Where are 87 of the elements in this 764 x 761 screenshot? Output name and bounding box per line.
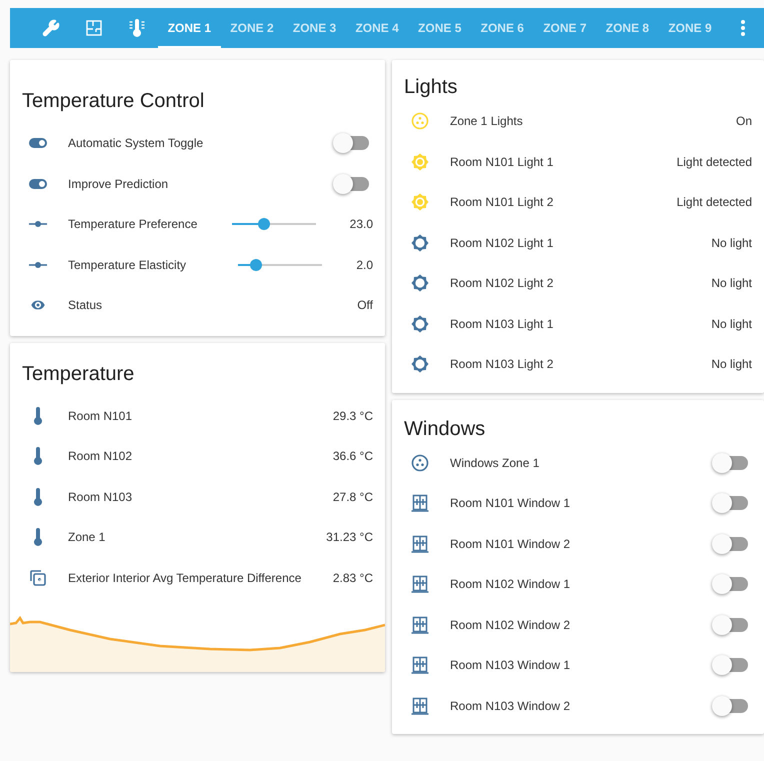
entity-name: Room N103 Window 1 bbox=[450, 658, 572, 672]
zone-tab[interactable]: ZONE 9 bbox=[658, 8, 722, 48]
value-text: No light bbox=[711, 276, 752, 290]
thermometer-icon bbox=[33, 488, 43, 506]
sun-icon bbox=[411, 193, 429, 212]
card-title: Temperature bbox=[22, 362, 136, 386]
value-text: Light detected bbox=[676, 195, 752, 210]
thermometer-icon bbox=[33, 528, 43, 546]
entity-name: Room N103 Window 2 bbox=[450, 698, 572, 713]
entity-name: Room N102 Light 2 bbox=[450, 276, 554, 290]
slider-thumb[interactable] bbox=[250, 258, 262, 271]
value-text: 29.3 °C bbox=[332, 408, 373, 423]
value-text: No light bbox=[711, 316, 752, 331]
value-text: 36.6 °C bbox=[332, 449, 373, 464]
floor-plan-icon bbox=[86, 20, 102, 36]
zone-tab[interactable]: ZONE 8 bbox=[596, 8, 659, 48]
value-text: 27.8 °C bbox=[332, 490, 373, 504]
toggle-icon bbox=[29, 178, 47, 189]
sun-icon bbox=[411, 314, 429, 333]
value-text: 2.83 °C bbox=[332, 570, 373, 585]
value-text: Light detected bbox=[676, 154, 752, 169]
toggle-icon bbox=[29, 138, 47, 148]
thermometer-icon bbox=[128, 19, 145, 37]
zone-tab[interactable]: ZONE 6 bbox=[471, 8, 534, 48]
entity-name: Status bbox=[68, 298, 104, 312]
toggle-switch[interactable] bbox=[714, 698, 748, 713]
zone-tab[interactable]: ZONE 7 bbox=[534, 8, 596, 48]
sun-icon bbox=[411, 355, 429, 374]
zone-tab[interactable]: ZONE 1 bbox=[158, 8, 221, 48]
entity-name: Temperature Preference bbox=[68, 217, 198, 232]
toggle-switch[interactable] bbox=[714, 658, 748, 672]
window-icon bbox=[411, 696, 429, 715]
toggle-switch[interactable] bbox=[714, 618, 748, 632]
entity-name: Automatic System Toggle bbox=[68, 136, 204, 150]
toggle-switch[interactable] bbox=[335, 136, 369, 150]
window-icon bbox=[411, 575, 429, 594]
group-icon bbox=[411, 112, 429, 130]
value-text: On bbox=[736, 114, 752, 128]
entity-name: Improve Prediction bbox=[68, 176, 170, 191]
window-icon bbox=[411, 656, 429, 674]
group-icon bbox=[411, 454, 429, 472]
window-icon bbox=[411, 616, 429, 634]
sun-icon bbox=[411, 274, 429, 292]
entity-name: Room N103 Light 1 bbox=[450, 316, 554, 331]
thermometer-icon bbox=[33, 406, 43, 425]
toggle-switch[interactable] bbox=[714, 536, 748, 551]
entity-name: Room N101 Window 2 bbox=[450, 536, 572, 551]
zone-tab[interactable]: ZONE 4 bbox=[346, 8, 408, 48]
value-text: 23.0 bbox=[350, 217, 373, 232]
entity-name: Room N101 Light 2 bbox=[450, 195, 554, 210]
entity-name: Windows Zone 1 bbox=[450, 456, 540, 470]
entity-name: Exterior Interior Avg Temperature Difference bbox=[68, 570, 302, 585]
value-text: 2.0 bbox=[356, 258, 373, 272]
entity-name: Temperature Elasticity bbox=[68, 258, 188, 272]
entity-name: Room N101 Window 1 bbox=[450, 496, 572, 510]
toggle-switch[interactable] bbox=[335, 176, 369, 191]
zone-tab[interactable]: ZONE 3 bbox=[283, 8, 346, 48]
slider-thumb[interactable] bbox=[258, 218, 270, 230]
toggle-switch[interactable] bbox=[714, 456, 748, 470]
entity-name: Zone 1 bbox=[68, 530, 106, 544]
zone-tab[interactable]: ZONE 2 bbox=[220, 8, 284, 48]
entity-name: Room N101 bbox=[68, 408, 134, 423]
zone-tab[interactable]: ZONE 5 bbox=[408, 8, 471, 48]
window-icon bbox=[411, 534, 429, 553]
sun-icon bbox=[411, 234, 429, 252]
wrench-icon bbox=[42, 19, 60, 37]
window-icon bbox=[411, 494, 429, 512]
toggle-switch[interactable] bbox=[714, 577, 748, 592]
entity-name: Room N102 Window 2 bbox=[450, 618, 572, 632]
value-text: No light bbox=[711, 357, 752, 372]
thermometer-icon bbox=[33, 447, 43, 466]
entity-name: Room N102 Window 1 bbox=[450, 577, 572, 592]
entity-name: Zone 1 Lights bbox=[450, 114, 524, 128]
entity-name: Room N103 Light 2 bbox=[450, 357, 554, 372]
card-title: Lights bbox=[404, 76, 458, 99]
entity-name: Room N103 bbox=[68, 490, 134, 504]
menu-icon bbox=[740, 20, 745, 36]
value-text: No light bbox=[711, 236, 752, 250]
toggle-switch[interactable] bbox=[714, 496, 748, 510]
entity-name: Room N102 Light 1 bbox=[450, 236, 554, 250]
value-text: Off bbox=[357, 298, 373, 312]
sun-icon bbox=[411, 152, 429, 171]
entity-name: Room N102 bbox=[68, 449, 134, 464]
entity-name: Room N101 Light 1 bbox=[450, 154, 554, 169]
card-title: Windows bbox=[404, 418, 486, 440]
card-title: Temperature Control bbox=[22, 90, 206, 113]
value-text: 31.23 °C bbox=[326, 530, 373, 544]
